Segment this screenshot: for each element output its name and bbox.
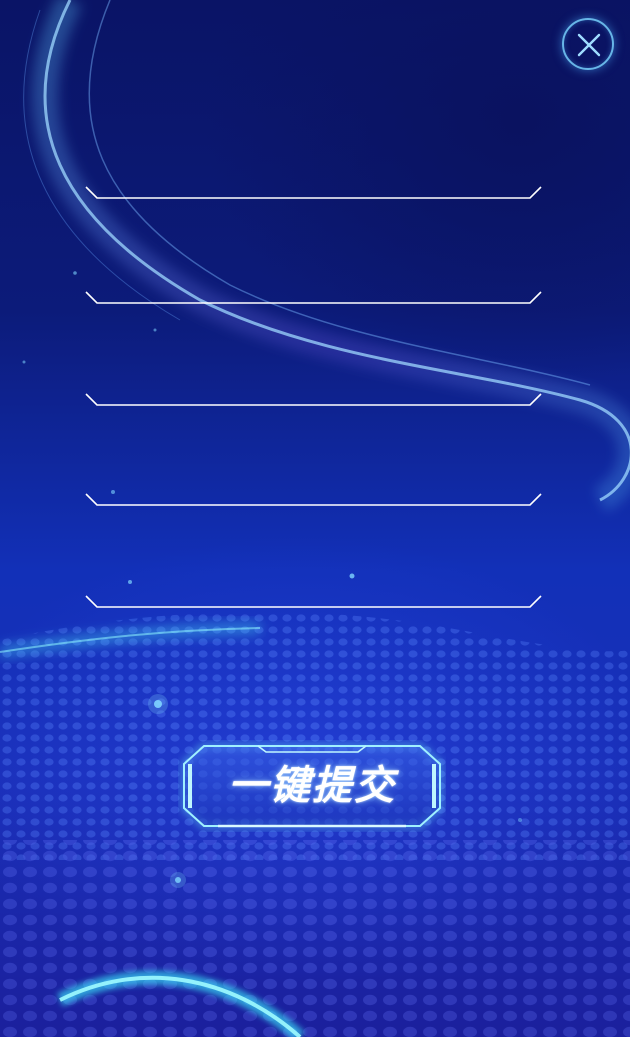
input-field-3[interactable]: [85, 359, 542, 407]
close-button[interactable]: [562, 18, 614, 70]
input-field-3-underline: [85, 393, 542, 406]
input-field-4-underline: [85, 493, 542, 506]
input-field-5-underline: [85, 595, 542, 608]
close-icon: [577, 33, 601, 57]
form: [0, 0, 630, 1037]
submit-button-label: 一键提交: [228, 763, 396, 809]
input-field-2-underline: [85, 291, 542, 304]
input-field-5[interactable]: [85, 561, 542, 609]
input-field-1-underline: [85, 186, 542, 199]
submit-button[interactable]: 一键提交: [178, 740, 446, 832]
input-field-4[interactable]: [85, 459, 542, 507]
input-field-1[interactable]: [85, 152, 542, 200]
input-field-2[interactable]: [85, 257, 542, 305]
